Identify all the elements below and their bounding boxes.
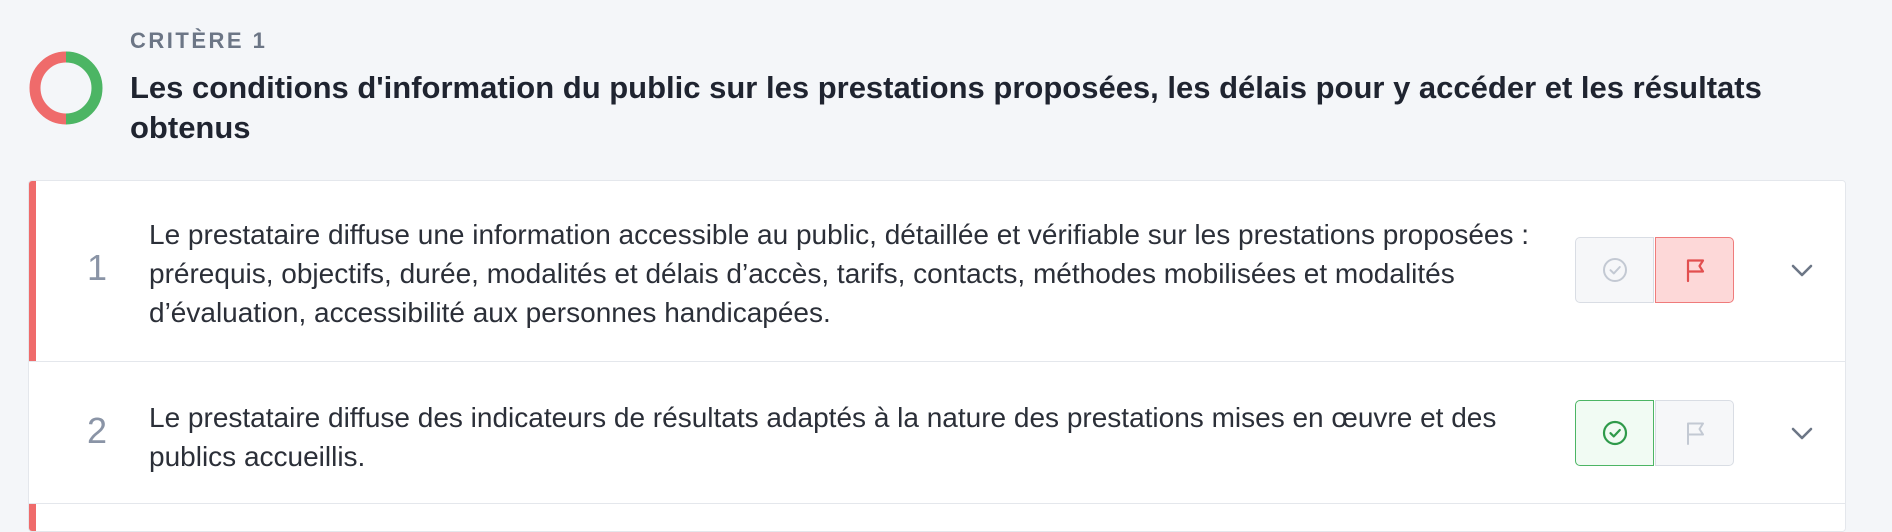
check-circle-icon (1602, 420, 1627, 446)
mark-compliant-button[interactable] (1575, 237, 1654, 303)
status-toggle-group (1575, 237, 1735, 305)
criterion-progress-donut (29, 51, 103, 125)
mark-compliant-button[interactable] (1575, 400, 1654, 466)
criterion-header: CRITÈRE 1 Les conditions d'information d… (26, 28, 1846, 158)
indicator-number: 2 (86, 410, 108, 451)
status-toggle-group (1575, 400, 1735, 468)
check-circle-icon (1602, 258, 1627, 282)
indicator-row: 2 Le prestataire diffuse des indicateurs… (29, 362, 1845, 504)
indicator-text: Le prestataire diffuse des indicateurs d… (149, 402, 1497, 472)
expand-button[interactable] (1785, 416, 1819, 450)
status-accent-bar (29, 504, 36, 531)
chevron-down-icon (1791, 264, 1813, 277)
chevron-down-icon (1791, 427, 1813, 440)
mark-noncompliant-button[interactable] (1655, 237, 1734, 303)
indicator-row (29, 504, 1845, 531)
status-accent-bar (29, 181, 36, 361)
donut-segments (29, 51, 103, 125)
criterion-kicker: CRITÈRE 1 (130, 28, 268, 53)
expand-button[interactable] (1785, 253, 1819, 287)
mark-noncompliant-button[interactable] (1655, 400, 1734, 466)
indicator-number: 1 (86, 247, 108, 288)
indicators-card: 1 Le prestataire diffuse une information… (28, 180, 1846, 532)
criterion-title: Les conditions d'information du public s… (130, 70, 1762, 145)
donut-segment-non-conforme (29, 51, 67, 125)
indicator-row: 1 Le prestataire diffuse une information… (29, 181, 1845, 362)
donut-segment-conforme (65, 51, 103, 125)
flag-icon (1686, 259, 1704, 283)
flag-icon (1686, 422, 1704, 445)
indicator-text: Le prestataire diffuse une information a… (149, 219, 1530, 328)
